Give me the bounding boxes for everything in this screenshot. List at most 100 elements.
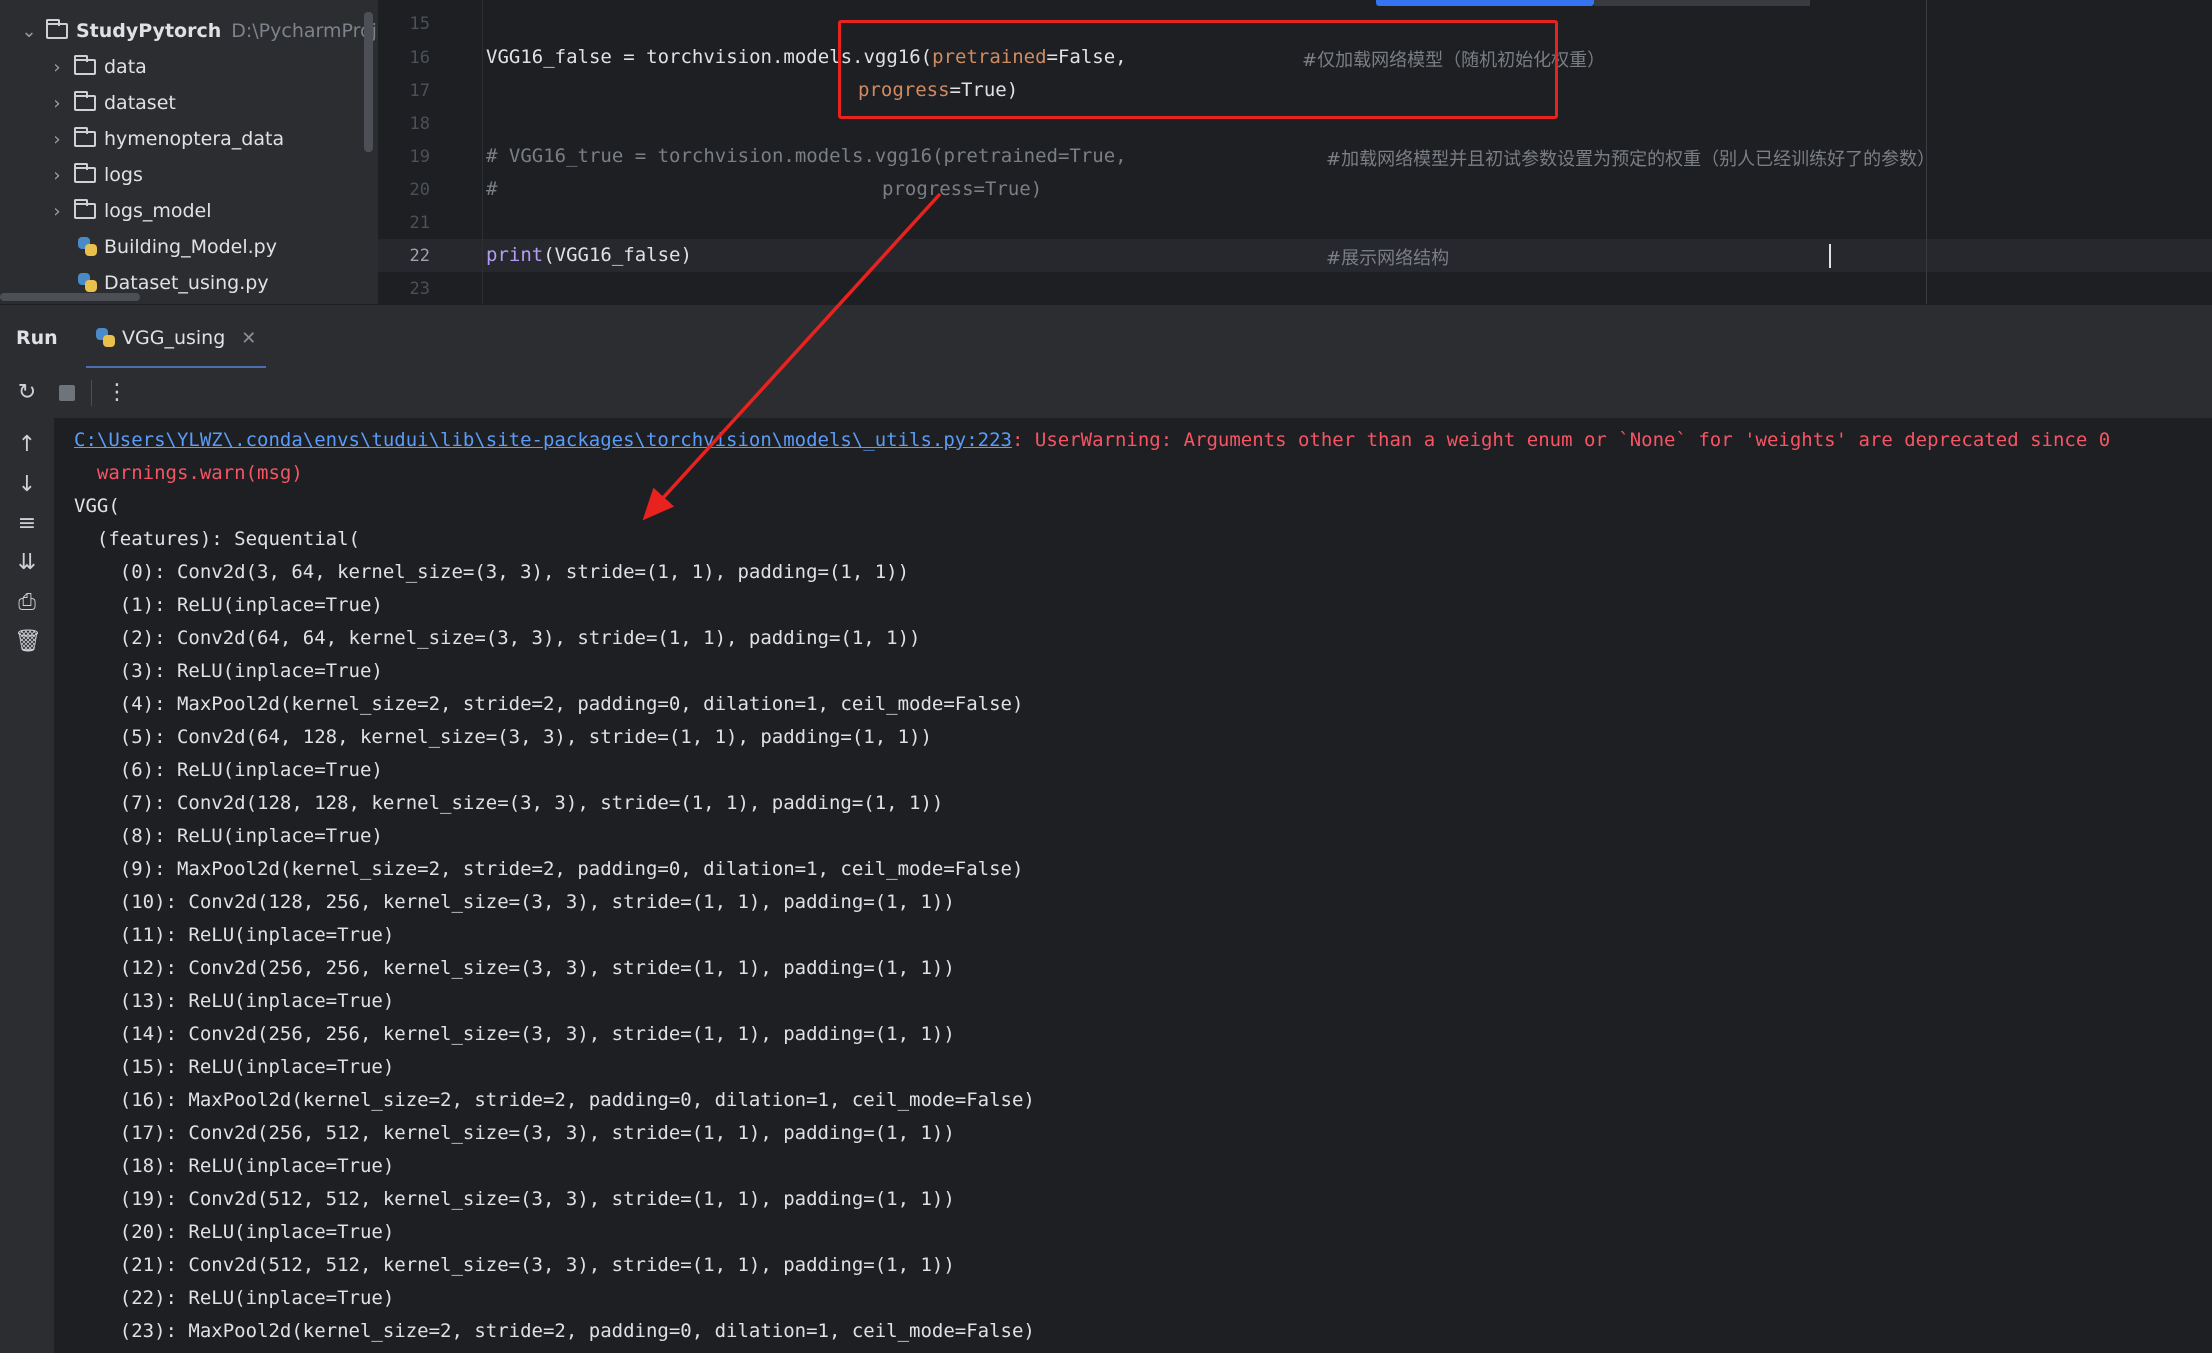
tree-item-logs-model[interactable]: › logs_model [46, 193, 212, 229]
scroll-down-icon[interactable]: ↓ [14, 472, 40, 498]
tree-item-dataset[interactable]: › dataset [46, 85, 176, 121]
run-panel-title[interactable]: Run [16, 327, 58, 349]
run-tab-label: VGG_using [122, 327, 226, 349]
console-line: (13): ReLU(inplace=True) [74, 990, 395, 1012]
soft-wrap-icon[interactable]: ≡ [14, 511, 40, 537]
gutter-separator [482, 0, 483, 304]
toolbar-separator [91, 380, 92, 406]
code-token: (VGG16_false) [543, 244, 692, 266]
console-line: (8): ReLU(inplace=True) [74, 825, 383, 847]
folder-icon [74, 199, 96, 219]
run-side-toolbar: ↑ ↓ ≡ ⇊ ⎙ 🗑 [0, 418, 55, 1353]
code-line-19[interactable]: # VGG16_true = torchvision.models.vgg16(… [486, 145, 1127, 167]
console-line: (22): ReLU(inplace=True) [74, 1287, 395, 1309]
stop-icon[interactable] [54, 380, 80, 406]
editor-scroll-track [1594, 0, 1810, 6]
line-number: 18 [409, 114, 430, 134]
annotation-highlight-box [838, 20, 1558, 119]
python-file-icon [78, 273, 98, 293]
code-editor[interactable]: 15 16 17 18 19 20 21 22 23 VGG16_false =… [378, 0, 2212, 304]
folder-icon [74, 163, 96, 183]
chevron-right-icon[interactable]: › [46, 93, 68, 114]
console-line: (2): Conv2d(64, 64, kernel_size=(3, 3), … [74, 627, 921, 649]
code-line-22[interactable]: print(VGG16_false) [486, 244, 692, 266]
line-number-current: 22 [409, 246, 430, 266]
run-tab-vgg-using[interactable]: VGG_using ✕ [96, 327, 256, 349]
rerun-icon[interactable]: ↻ [14, 380, 40, 406]
console-line: (19): Conv2d(512, 512, kernel_size=(3, 3… [74, 1188, 955, 1210]
tree-item-hymenoptera-data[interactable]: › hymenoptera_data [46, 121, 284, 157]
console-line: (15): ReLU(inplace=True) [74, 1056, 395, 1078]
chevron-right-icon[interactable]: › [46, 129, 68, 150]
text-caret [1829, 244, 1831, 268]
console-line: (0): Conv2d(3, 64, kernel_size=(3, 3), s… [74, 561, 910, 583]
console-line: (20): ReLU(inplace=True) [74, 1221, 395, 1243]
tree-root-label: StudyPytorch [76, 20, 222, 42]
console-line: (21): Conv2d(512, 512, kernel_size=(3, 3… [74, 1254, 955, 1276]
code-line-20[interactable]: # [486, 178, 497, 200]
tree-item-label: Building_Model.py [104, 236, 277, 258]
warning-message: : UserWarning: Arguments other than a we… [1012, 429, 2111, 451]
console-line: (6): ReLU(inplace=True) [74, 759, 383, 781]
line-number: 17 [409, 81, 430, 101]
project-tree: ⌄ StudyPytorch D:\PycharmProjects › data… [0, 0, 378, 304]
console-warning-line: C:\Users\YLWZ\.conda\envs\tudui\lib\site… [74, 424, 2212, 457]
tree-item-label: logs [104, 164, 143, 186]
scroll-up-icon[interactable]: ↑ [14, 432, 40, 458]
scroll-to-end-icon[interactable]: ⇊ [14, 550, 40, 576]
code-comment-22: #展示网络结构 [1326, 248, 1450, 269]
tree-item-label: data [104, 56, 147, 78]
close-icon[interactable]: ✕ [241, 328, 256, 349]
console-line: (9): MaxPool2d(kernel_size=2, stride=2, … [74, 858, 1024, 880]
python-file-icon [78, 237, 98, 257]
console-line: (5): Conv2d(64, 128, kernel_size=(3, 3),… [74, 726, 932, 748]
python-file-icon [96, 328, 116, 348]
code-token: # [486, 178, 498, 200]
tree-item-data[interactable]: › data [46, 49, 147, 85]
line-number: 19 [409, 147, 430, 167]
run-panel-header: Run VGG_using ✕ [0, 304, 2212, 370]
console-line: (12): Conv2d(256, 256, kernel_size=(3, 3… [74, 957, 955, 979]
line-number: 20 [409, 180, 430, 200]
tree-item-building-model[interactable]: Building_Model.py [72, 229, 277, 265]
folder-icon [74, 55, 96, 75]
code-line-20-cont: progress=True) [882, 178, 1043, 200]
run-toolbar: ↻ ⋮ [0, 368, 2212, 419]
warning-source-link[interactable]: C:\Users\YLWZ\.conda\envs\tudui\lib\site… [74, 429, 1012, 451]
console-line: (features): Sequential( [74, 528, 360, 550]
tree-horizontal-scrollbar[interactable] [0, 293, 140, 301]
console-line: (4): MaxPool2d(kernel_size=2, stride=2, … [74, 693, 1024, 715]
console-line: (3): ReLU(inplace=True) [74, 660, 383, 682]
print-icon[interactable]: ⎙ [14, 590, 40, 616]
tree-item-label: hymenoptera_data [104, 128, 285, 150]
console-line: (14): Conv2d(256, 256, kernel_size=(3, 3… [74, 1023, 955, 1045]
line-number: 16 [409, 48, 430, 68]
folder-icon [74, 91, 96, 111]
trash-icon[interactable]: 🗑 [14, 629, 42, 655]
chevron-right-icon[interactable]: › [46, 165, 68, 186]
tree-vertical-scrollbar[interactable] [364, 12, 373, 152]
console-line: (16): MaxPool2d(kernel_size=2, stride=2,… [74, 1089, 1035, 1111]
console-line: (18): ReLU(inplace=True) [74, 1155, 395, 1177]
console-line: (11): ReLU(inplace=True) [74, 924, 395, 946]
code-builtin-print: print [486, 244, 544, 266]
chevron-right-icon[interactable]: › [46, 201, 68, 222]
console-line: (17): Conv2d(256, 512, kernel_size=(3, 3… [74, 1122, 955, 1144]
console-line: (10): Conv2d(128, 256, kernel_size=(3, 3… [74, 891, 955, 913]
chevron-right-icon[interactable]: › [46, 57, 68, 78]
tree-item-label: logs_model [104, 200, 212, 222]
more-icon[interactable]: ⋮ [104, 380, 130, 406]
code-comment-19: #加载网络模型并且初试参数设置为预定的权重（别人已经训练好了的参数） [1326, 149, 1936, 170]
console-line: (7): Conv2d(128, 128, kernel_size=(3, 3)… [74, 792, 944, 814]
line-number: 23 [409, 279, 430, 299]
console-line: VGG( [74, 495, 120, 517]
editor-scroll-indicator [1376, 0, 1594, 6]
tree-item-logs[interactable]: › logs [46, 157, 143, 193]
chevron-down-icon[interactable]: ⌄ [18, 21, 40, 42]
tree-item-label: Dataset_using.py [104, 272, 269, 294]
tree-root-path: D:\PycharmProjects [231, 20, 378, 42]
console-output[interactable]: C:\Users\YLWZ\.conda\envs\tudui\lib\site… [74, 424, 2212, 1353]
line-number: 21 [409, 213, 430, 233]
tree-item-label: dataset [104, 92, 176, 114]
tree-root[interactable]: ⌄ StudyPytorch D:\PycharmProjects [18, 13, 378, 49]
